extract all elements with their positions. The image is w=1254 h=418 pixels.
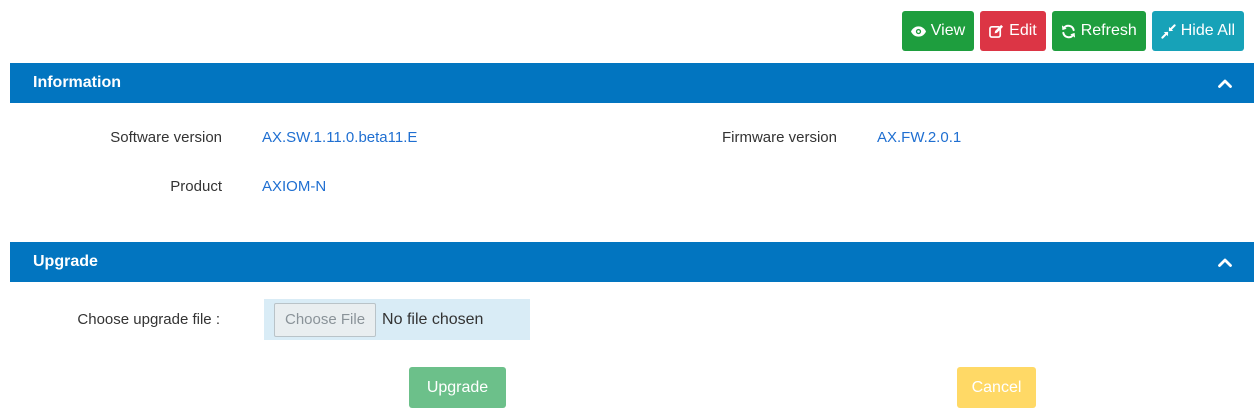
product-label: Product xyxy=(170,178,222,195)
view-button[interactable]: View xyxy=(901,11,975,51)
pencil-square-icon xyxy=(989,24,1004,38)
upgrade-button[interactable]: Upgrade xyxy=(409,367,506,408)
upgrade-file-input[interactable]: Choose File No file chosen xyxy=(264,299,530,340)
eye-icon xyxy=(910,25,926,37)
upgrade-panel-title: Upgrade xyxy=(33,253,98,270)
hide-all-button[interactable]: Hide All xyxy=(1151,11,1244,51)
software-version-label: Software version xyxy=(110,129,222,146)
chevron-up-icon[interactable] xyxy=(1218,258,1232,267)
chevron-up-icon[interactable] xyxy=(1218,79,1232,88)
edit-button-label: Edit xyxy=(1009,22,1037,39)
product-value: AXIOM-N xyxy=(262,178,327,195)
cancel-button[interactable]: Cancel xyxy=(957,367,1036,408)
information-panel-title: Information xyxy=(33,74,121,91)
file-status-text: No file chosen xyxy=(382,310,484,328)
toolbar: View Edit Refresh Hide All xyxy=(901,11,1244,51)
choose-upgrade-file-label: Choose upgrade file : xyxy=(77,311,220,328)
information-panel-header[interactable]: Information xyxy=(10,63,1254,103)
upgrade-panel-header[interactable]: Upgrade xyxy=(10,242,1254,282)
view-button-label: View xyxy=(930,22,966,39)
refresh-button[interactable]: Refresh xyxy=(1051,11,1146,51)
refresh-button-label: Refresh xyxy=(1080,22,1137,39)
hide-all-button-label: Hide All xyxy=(1180,22,1235,39)
edit-button[interactable]: Edit xyxy=(980,11,1046,51)
refresh-icon xyxy=(1061,24,1076,39)
choose-file-button[interactable]: Choose File xyxy=(274,302,377,337)
compress-icon xyxy=(1161,23,1176,39)
firmware-version-label: Firmware version xyxy=(721,129,837,146)
firmware-version-value: AX.FW.2.0.1 xyxy=(877,129,962,146)
software-version-value: AX.SW.1.11.0.beta11.E xyxy=(262,129,418,146)
